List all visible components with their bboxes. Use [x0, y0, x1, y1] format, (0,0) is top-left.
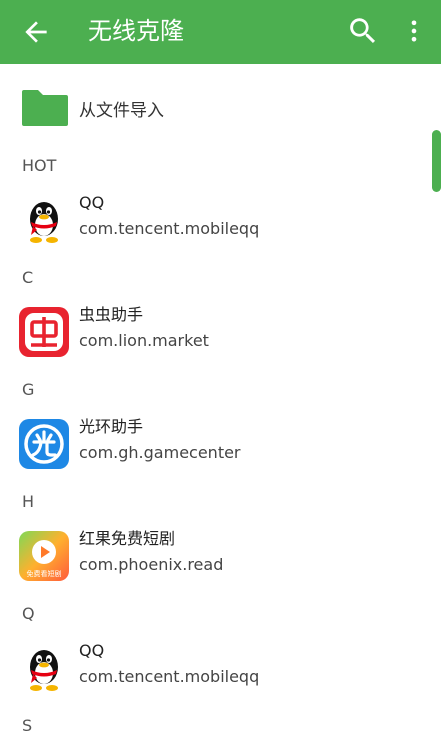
guanghuan-icon [19, 419, 69, 469]
section-header-g: G [22, 380, 35, 399]
page-title: 无线克隆 [88, 17, 184, 45]
hongguo-icon: 免费看短剧 [19, 531, 69, 581]
app-package: com.gh.gamecenter [79, 443, 241, 462]
section-header-q: Q [22, 604, 35, 623]
more-vert-icon[interactable] [400, 14, 428, 48]
folder-icon [22, 90, 68, 126]
chongchong-icon [19, 307, 69, 357]
app-name: 红果免费短剧 [79, 529, 176, 548]
app-name: QQ [79, 641, 105, 660]
app-name: 虫虫助手 [79, 305, 144, 324]
app-row-guanghuan[interactable]: 光环助手 com.gh.gamecenter [0, 412, 420, 476]
section-header-s: S [22, 716, 33, 735]
app-package: com.tencent.mobileqq [79, 219, 260, 238]
app-name: 光环助手 [79, 417, 144, 436]
app-row-chongchong[interactable]: 虫虫助手 com.lion.market [0, 300, 420, 364]
app-row-qq[interactable]: QQ com.tencent.mobileqq [0, 188, 420, 252]
app-name: QQ [79, 193, 105, 212]
qq-penguin-icon [30, 202, 58, 243]
section-header-h: H [22, 492, 35, 511]
import-from-file-row[interactable]: 从文件导入 [0, 82, 420, 136]
app-list[interactable]: 从文件导入 HOT QQ com.tencent.mobileqq C 虫虫助手… [0, 64, 441, 750]
section-header-hot: HOT [22, 156, 57, 175]
back-arrow-icon[interactable] [20, 16, 52, 48]
app-row-qq[interactable]: QQ com.tencent.mobileqq [0, 636, 420, 700]
hongguo-icon-caption: 免费看短剧 [27, 569, 62, 578]
app-package: com.phoenix.read [79, 555, 224, 574]
app-package: com.tencent.mobileqq [79, 667, 260, 686]
app-row-hongguo[interactable]: 免费看短剧 红果免费短剧 com.phoenix.read [0, 524, 420, 588]
section-header-c: C [22, 268, 34, 287]
qq-penguin-icon [30, 650, 58, 691]
app-package: com.lion.market [79, 331, 209, 350]
search-icon[interactable] [346, 14, 380, 48]
import-from-file-label: 从文件导入 [79, 101, 164, 121]
app-bar: 无线克隆 [0, 0, 441, 64]
scrollbar-thumb[interactable] [432, 130, 441, 192]
